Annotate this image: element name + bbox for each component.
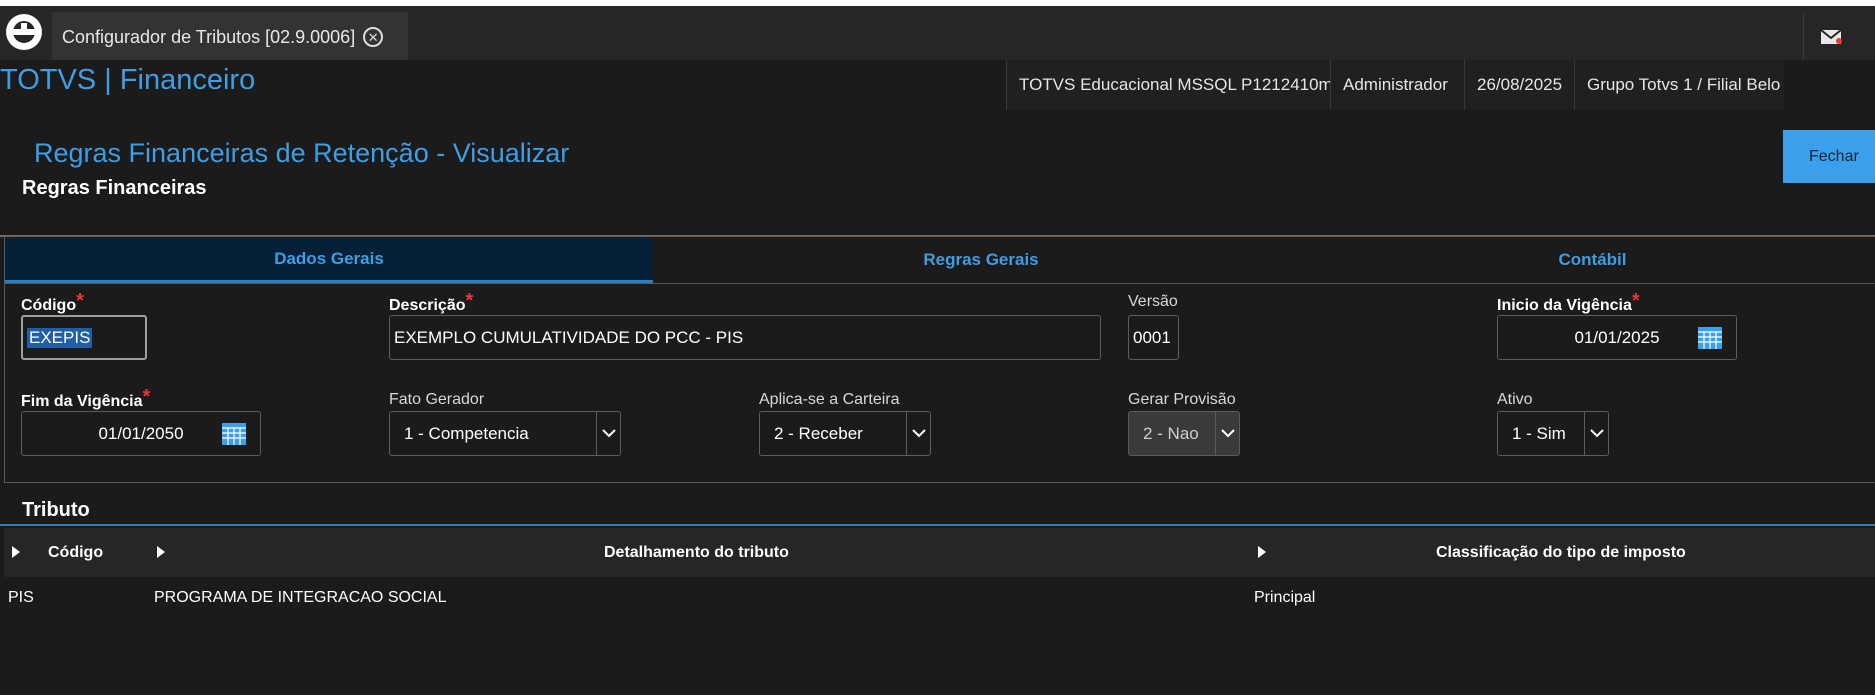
provisao-select[interactable]: 2 - Nao: [1128, 411, 1240, 456]
caret-right-icon[interactable]: [1258, 546, 1266, 558]
cell-classificacao: Principal: [1254, 589, 1316, 606]
provisao-value: 2 - Nao: [1143, 423, 1199, 443]
info-date[interactable]: 26/08/2025: [1464, 60, 1574, 110]
cell-codigo: PIS: [8, 589, 34, 606]
chevron-down-icon[interactable]: [596, 412, 620, 455]
calendar-icon[interactable]: [222, 423, 246, 445]
rules-tabs: Dados Gerais Regras Gerais Contábil: [5, 237, 1875, 283]
brand-title: TOTVS | Financeiro: [0, 64, 256, 96]
page-title: Regras Financeiras de Retenção - Visuali…: [34, 138, 570, 168]
ativo-label: Ativo: [1497, 391, 1533, 408]
tab-regras-gerais[interactable]: Regras Gerais: [653, 237, 1309, 283]
tab-contabil[interactable]: Contábil: [1309, 237, 1875, 283]
calendar-icon[interactable]: [1698, 327, 1722, 349]
carteira-label: Aplica-se a Carteira: [759, 391, 900, 408]
caret-right-icon[interactable]: [12, 546, 20, 558]
info-user[interactable]: Administrador: [1330, 60, 1464, 110]
codigo-label: Código*: [21, 290, 84, 314]
carteira-value: 2 - Receber: [774, 423, 863, 443]
window-tab-bar: Configurador de Tributos [02.9.0006] ✕: [0, 6, 1875, 62]
inicio-vigencia-value: 01/01/2025: [1574, 327, 1660, 347]
info-branch[interactable]: Grupo Totvs 1 / Filial Belo Hor: [1574, 60, 1784, 110]
chevron-down-icon[interactable]: [1584, 412, 1608, 455]
fim-vigencia-label: Fim da Vigência*: [21, 386, 151, 410]
versao-label: Versão: [1128, 293, 1178, 310]
table-row[interactable]: PIS PROGRAMA DE INTEGRACAO SOCIAL Princi…: [0, 577, 1875, 619]
col-codigo[interactable]: Código: [48, 528, 103, 577]
totvs-logo-icon[interactable]: [4, 12, 44, 52]
mail-icon: [1820, 29, 1842, 44]
section-title-tributo: Tributo: [22, 499, 90, 521]
chevron-down-icon[interactable]: [1215, 412, 1239, 455]
rules-panel: Dados Gerais Regras Gerais Contábil Códi…: [4, 236, 1875, 483]
ativo-value: 1 - Sim: [1512, 423, 1566, 443]
descricao-label: Descrição*: [389, 290, 474, 314]
fato-gerador-value: 1 - Competencia: [404, 423, 529, 443]
provisao-label: Gerar Provisão: [1128, 391, 1236, 408]
close-tab-icon[interactable]: ✕: [363, 27, 384, 47]
fato-gerador-select[interactable]: 1 - Competencia: [389, 411, 621, 456]
app-tab[interactable]: Configurador de Tributos [02.9.0006] ✕: [52, 12, 408, 62]
context-info-bar: TOTVS Educacional MSSQL P1212410mntdbexp…: [1006, 60, 1784, 110]
caret-right-icon[interactable]: [157, 546, 165, 558]
tabs-divider: [5, 283, 1875, 284]
main-content: Regras Financeiras de Retenção - Visuali…: [0, 110, 1875, 695]
col-detalhamento[interactable]: Detalhamento do tributo: [604, 528, 789, 577]
mail-button[interactable]: [1803, 14, 1858, 60]
versao-field[interactable]: 0001: [1128, 315, 1179, 360]
carteira-select[interactable]: 2 - Receber: [759, 411, 931, 456]
fim-vigencia-field[interactable]: 01/01/2050: [21, 411, 261, 456]
fato-gerador-label: Fato Gerador: [389, 391, 485, 408]
app-tab-title: Configurador de Tributos [02.9.0006]: [62, 26, 356, 47]
tributo-grid-header: Código Detalhamento do tributo Classific…: [4, 528, 1875, 577]
close-button[interactable]: Fechar: [1783, 130, 1875, 183]
inicio-vigencia-label: Inicio da Vigência*: [1497, 290, 1640, 314]
codigo-field[interactable]: EXEPIS: [21, 315, 147, 360]
app-header: TOTVS | Financeiro TOTVS Educacional MSS…: [0, 60, 1875, 110]
section-title-regras: Regras Financeiras: [22, 177, 207, 199]
cell-detalhamento: PROGRAMA DE INTEGRACAO SOCIAL: [154, 589, 447, 606]
section-divider: [0, 524, 1875, 526]
col-classificacao[interactable]: Classificação do tipo de imposto: [1436, 528, 1686, 577]
chevron-down-icon[interactable]: [906, 412, 930, 455]
descricao-field[interactable]: EXEMPLO CUMULATIVIDADE DO PCC - PIS: [389, 315, 1101, 360]
fim-vigencia-value: 01/01/2050: [98, 423, 184, 443]
inicio-vigencia-field[interactable]: 01/01/2025: [1497, 315, 1737, 360]
info-database[interactable]: TOTVS Educacional MSSQL P1212410mntdbexp: [1006, 60, 1330, 110]
ativo-select[interactable]: 1 - Sim: [1497, 411, 1609, 456]
tab-dados-gerais[interactable]: Dados Gerais: [5, 237, 653, 283]
